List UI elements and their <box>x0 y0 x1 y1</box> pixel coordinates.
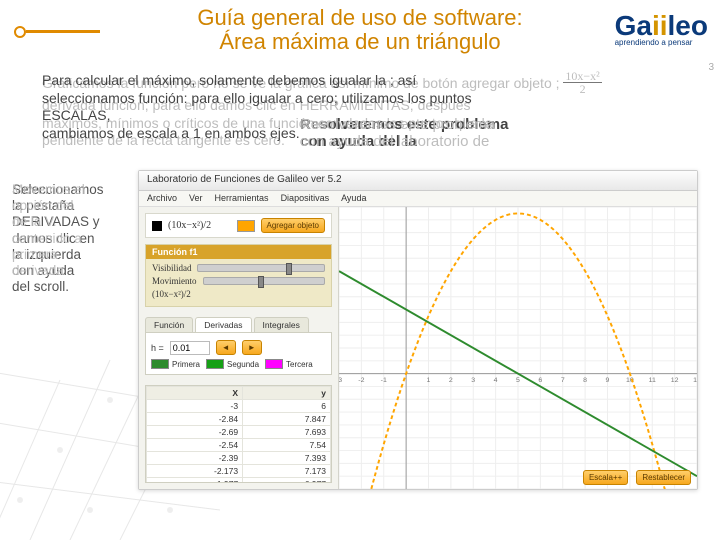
svg-text:-3: -3 <box>339 377 342 384</box>
tab-derivadas[interactable]: Derivadas <box>195 317 251 332</box>
page-title: Guía general de uso de software: Área má… <box>0 0 720 54</box>
reset-button[interactable]: Restablecer <box>636 470 691 485</box>
svg-text:-2: -2 <box>358 377 364 384</box>
svg-text:-1: -1 <box>381 377 387 384</box>
scroll-right-button[interactable]: ► <box>242 340 262 355</box>
brand-logo: Gaiileo aprendiendo a pensar <box>615 10 708 47</box>
tab-función[interactable]: Función <box>145 317 193 332</box>
function-section-title: Función f1 <box>146 245 331 259</box>
svg-text:8: 8 <box>583 377 587 384</box>
menu-item[interactable]: Diapositivas <box>281 193 330 204</box>
title-line2: Área máxima de un triángulo <box>219 29 500 54</box>
svg-text:7: 7 <box>561 377 565 384</box>
app-window: Laboratorio de Funciones de Galileo ver … <box>138 170 698 490</box>
svg-text:12: 12 <box>671 377 679 384</box>
svg-text:4: 4 <box>494 377 498 384</box>
color-chip[interactable] <box>237 220 255 232</box>
add-object-button[interactable]: Agregar objeto <box>261 218 325 233</box>
scale-button[interactable]: Escala++ <box>583 470 628 485</box>
app-menubar: Archivo Ver Herramientas Diapositivas Ayuda <box>139 191 697 207</box>
svg-text:1: 1 <box>427 377 431 384</box>
tab-integrales[interactable]: Integrales <box>254 317 309 332</box>
title-bullet <box>14 28 100 34</box>
menu-item[interactable]: Ver <box>189 193 203 204</box>
menu-item[interactable]: Ayuda <box>341 193 366 204</box>
derivatives-panel: h = ◄ ► Primera Segunda Tercera <box>145 332 332 375</box>
svg-text:11: 11 <box>649 377 656 384</box>
derivative-chip[interactable]: Segunda <box>206 359 259 369</box>
tab-bar: FunciónDerivadasIntegrales <box>145 317 332 332</box>
data-table: Xy-36-2.847.847-2.697.693-2.547.54-2.397… <box>145 385 332 483</box>
svg-text:2: 2 <box>449 377 453 384</box>
svg-text:9: 9 <box>606 377 610 384</box>
function-strip: (10x−x²)/2 Agregar objeto <box>145 213 332 238</box>
page-number: 3 <box>708 62 714 73</box>
movement-slider[interactable] <box>203 277 326 285</box>
function-expression: (10x−x²)/2 <box>168 220 211 231</box>
chart-svg: -3-2-112345678910111213 <box>339 207 697 489</box>
svg-text:5: 5 <box>516 377 520 384</box>
scroll-left-button[interactable]: ◄ <box>216 340 236 355</box>
title-line1: Guía general de uso de software: <box>197 5 522 30</box>
menu-item[interactable]: Herramientas <box>215 193 269 204</box>
svg-text:13: 13 <box>693 377 697 384</box>
derivative-chip[interactable]: Primera <box>151 359 200 369</box>
visibility-slider[interactable] <box>197 264 325 272</box>
plot-area: -3-2-112345678910111213 Escala++ Restabl… <box>339 207 697 489</box>
app-titlebar: Laboratorio de Funciones de Galileo ver … <box>139 171 697 191</box>
app-left-panel: (10x−x²)/2 Agregar objeto Función f1 Vis… <box>139 207 339 489</box>
svg-text:3: 3 <box>471 377 475 384</box>
derivative-chip[interactable]: Tercera <box>265 359 313 369</box>
menu-item[interactable]: Archivo <box>147 193 177 204</box>
left-instruction-text: Movemos elSeleccionamosopción della pest… <box>12 182 124 295</box>
visibility-swatch[interactable] <box>152 221 162 231</box>
svg-text:6: 6 <box>538 377 542 384</box>
sub-headline: Resolveremos este problemacon ayuda del … <box>300 116 680 150</box>
function-section: Función f1 Visibilidad Movimiento (10x−x… <box>145 244 332 307</box>
h-label: h = <box>151 343 164 353</box>
h-input[interactable] <box>170 341 210 355</box>
